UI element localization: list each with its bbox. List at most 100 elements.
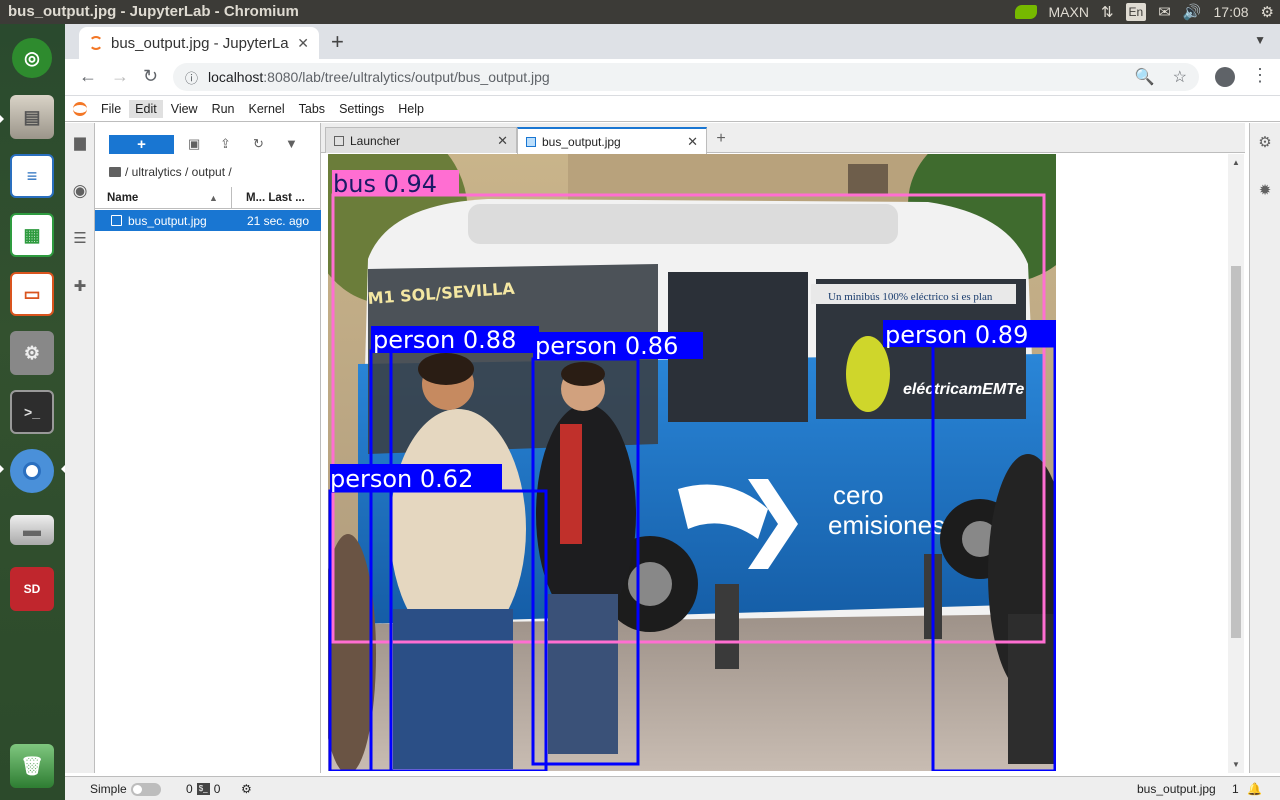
sort-ascending-icon[interactable]: ▲ <box>209 193 218 203</box>
system-settings-icon[interactable]: ⚙ <box>6 327 58 379</box>
reload-icon[interactable]: ↻ <box>143 66 158 87</box>
person-detection-label-3: person 0.89 <box>885 321 1028 349</box>
tab-launcher[interactable]: Launcher ✕ <box>325 127 517 153</box>
tab-search-icon[interactable]: ▼ <box>1254 33 1266 47</box>
add-tab-icon[interactable]: + <box>711 129 731 149</box>
file-row[interactable]: bus_output.jpg 21 sec. ago <box>95 210 321 231</box>
main-dock-area: Launcher ✕ bus_output.jpg ✕ + Un minibús… <box>321 123 1245 773</box>
close-image-tab-icon[interactable]: ✕ <box>687 134 698 150</box>
scrollbar-thumb[interactable] <box>1231 266 1241 638</box>
calc-icon[interactable]: ▦ <box>6 209 58 261</box>
browser-tab[interactable]: bus_output.jpg - JupyterLab ✕ <box>79 27 319 59</box>
zoom-icon[interactable]: 🔍 <box>1135 67 1155 87</box>
power-mode[interactable]: MAXN <box>1049 4 1089 20</box>
person-detection-label-1: person 0.88 <box>373 326 516 354</box>
nvidia-icon[interactable] <box>1014 5 1037 19</box>
kernel-terminal-status[interactable]: 0 $_ 0 <box>186 782 220 796</box>
property-inspector-gear-icon[interactable]: ⚙ <box>1257 135 1273 151</box>
system-tray: MAXN ⇅ En ✉ 🔊 17:08 ⚙ <box>1014 2 1274 22</box>
menu-view[interactable]: View <box>165 100 204 118</box>
menu-kernel[interactable]: Kernel <box>243 100 291 118</box>
running-kernels-icon[interactable]: ◉ <box>72 182 88 199</box>
scroll-down-icon[interactable]: ▼ <box>1232 760 1240 769</box>
terminal-icon[interactable]: >_ <box>6 386 58 438</box>
forward-icon[interactable]: → <box>111 66 129 87</box>
notification-bell-icon[interactable]: 🔔 <box>1247 782 1262 796</box>
column-name[interactable]: Name <box>107 192 138 204</box>
profile-avatar-icon[interactable] <box>1215 67 1235 87</box>
brand-text: eléctricamEMTe <box>903 381 1024 398</box>
site-info-icon[interactable]: ⓘ <box>185 68 198 87</box>
menu-help[interactable]: Help <box>392 100 430 118</box>
tab-launcher-label: Launcher <box>350 133 401 148</box>
status-line-number: 1 <box>1232 782 1239 796</box>
menu-edit[interactable]: Edit <box>129 99 163 118</box>
column-modified[interactable]: M... Last ... <box>231 186 305 209</box>
writer-icon[interactable]: ≡ <box>6 150 58 202</box>
filter-icon[interactable]: ▼ <box>285 136 298 151</box>
mail-icon[interactable]: ✉ <box>1158 3 1171 21</box>
new-tab-button[interactable]: + <box>331 29 344 55</box>
left-sidebar: ▆ ◉ ☰ ✚ <box>65 123 95 773</box>
debugger-bug-icon[interactable]: ✹ <box>1257 183 1273 199</box>
simple-mode-label: Simple <box>90 782 127 796</box>
sd-card-icon[interactable]: SD <box>6 563 58 615</box>
launcher-icon <box>334 135 344 146</box>
simple-mode-toggle[interactable] <box>130 782 161 796</box>
url-field[interactable]: ⓘ localhost:8080/lab/tree/ultralytics/ou… <box>173 63 1199 91</box>
browser-menu-icon[interactable]: ⋮ <box>1251 65 1269 86</box>
menu-run[interactable]: Run <box>206 100 241 118</box>
bus-slogan-text: Un minibús 100% eléctrico si es plan <box>828 291 993 303</box>
kernel-gear-icon[interactable]: ⚙ <box>241 782 252 796</box>
scroll-up-icon[interactable]: ▲ <box>1232 158 1240 167</box>
browser-tab-title: bus_output.jpg - JupyterLab <box>111 34 290 52</box>
ubuntu-dash-icon[interactable]: ◎ <box>6 32 58 84</box>
new-folder-icon[interactable]: ▣ <box>188 136 200 152</box>
refresh-icon[interactable]: ↻ <box>253 136 264 152</box>
menu-tabs[interactable]: Tabs <box>293 100 331 118</box>
trash-icon[interactable]: 🗑 <box>6 740 58 792</box>
document-tabbar: Launcher ✕ bus_output.jpg ✕ + <box>321 123 1245 154</box>
tab-bus-output-label: bus_output.jpg <box>542 134 621 149</box>
address-bar: ← → ↻ ⓘ localhost:8080/lab/tree/ultralyt… <box>65 59 1280 96</box>
impress-icon[interactable]: ▭ <box>6 268 58 320</box>
power-gear-icon[interactable]: ⚙ <box>1261 3 1274 21</box>
folder-icon[interactable]: ▆ <box>72 135 88 151</box>
chromium-icon[interactable] <box>6 445 58 497</box>
menu-settings[interactable]: Settings <box>333 100 390 118</box>
kernel-count: 0 <box>186 782 193 796</box>
menu-file[interactable]: File <box>95 100 127 118</box>
new-launcher-button[interactable]: + <box>109 135 174 154</box>
close-tab-icon[interactable]: ✕ <box>297 35 309 52</box>
back-icon[interactable]: ← <box>79 66 97 87</box>
home-folder-icon[interactable] <box>109 167 121 177</box>
file-manager-icon[interactable]: ▤ <box>6 91 58 143</box>
upload-icon[interactable]: ⇪ <box>220 136 231 152</box>
tab-bus-output[interactable]: bus_output.jpg ✕ <box>517 127 707 154</box>
network-arrows-icon[interactable]: ⇅ <box>1101 3 1114 21</box>
close-launcher-tab-icon[interactable]: ✕ <box>497 133 508 149</box>
jupyter-menubar: File Edit View Run Kernel Tabs Settings … <box>65 96 1280 122</box>
file-browser: + ▣ ⇪ ↻ ▼ / ultralytics / output / Name … <box>95 123 321 773</box>
table-of-contents-icon[interactable]: ☰ <box>72 231 88 247</box>
image-scrollbar[interactable]: ▲ ▼ <box>1228 154 1244 773</box>
volume-icon[interactable]: 🔊 <box>1183 3 1202 21</box>
jupyterlab: File Edit View Run Kernel Tabs Settings … <box>65 96 1280 800</box>
breadcrumb-path[interactable]: / ultralytics / output / <box>125 165 232 179</box>
removable-drive-icon[interactable]: ▬ <box>6 504 58 556</box>
status-bar: Simple 0 $_ 0 ⚙ bus_output.jpg 1 🔔 <box>65 776 1280 800</box>
keyboard-language[interactable]: En <box>1125 3 1147 21</box>
image-file-icon <box>111 215 122 226</box>
file-modified: 21 sec. ago <box>246 214 309 228</box>
tab-strip: bus_output.jpg - JupyterLab ✕ + ▼ <box>65 24 1280 59</box>
url-path: :8080/lab/tree/ultralytics/output/bus_ou… <box>263 69 550 85</box>
jupyter-favicon-icon <box>89 36 103 50</box>
bookmark-star-icon[interactable]: ☆ <box>1173 67 1187 87</box>
url-host: localhost <box>208 69 264 85</box>
clock[interactable]: 17:08 <box>1214 4 1249 20</box>
extensions-puzzle-icon[interactable]: ✚ <box>72 279 88 295</box>
person-detection-label-4: person 0.62 <box>330 465 473 493</box>
launcher-dock: ◎ ▤ ≡ ▦ ▭ ⚙ >_ ▬ SD 🗑 <box>0 24 65 800</box>
right-sidebar: ⚙ ✹ <box>1249 123 1280 773</box>
file-browser-toolbar: + ▣ ⇪ ↻ ▼ <box>95 123 321 163</box>
